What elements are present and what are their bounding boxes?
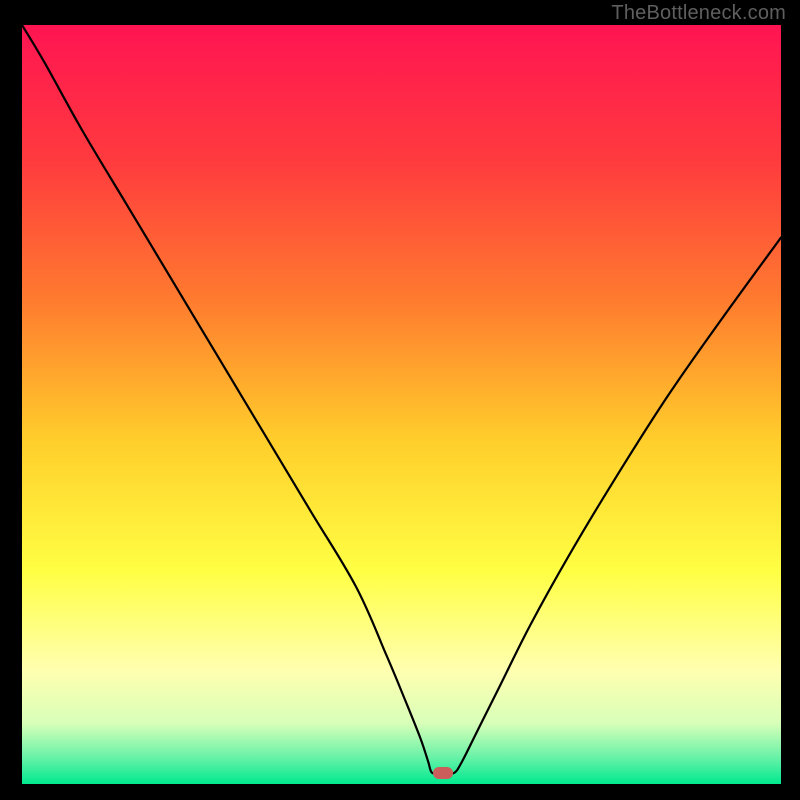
attribution-label: TheBottleneck.com	[611, 2, 786, 25]
gradient-rect	[22, 25, 781, 784]
gradient-background	[22, 25, 781, 784]
chart-frame: TheBottleneck.com	[0, 0, 800, 800]
optimal-point-marker	[433, 767, 453, 779]
plot-area	[21, 24, 782, 785]
